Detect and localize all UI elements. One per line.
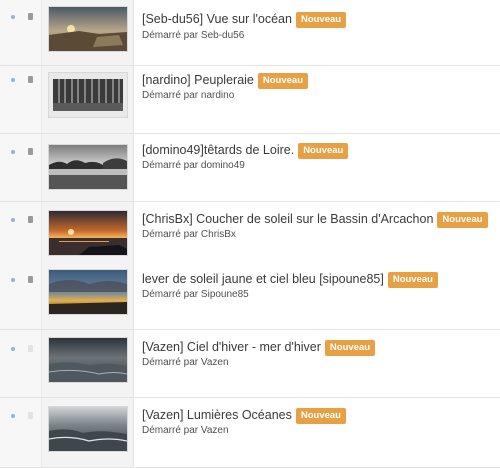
thumbnail-column (42, 330, 134, 397)
topic-row[interactable]: [ChrisBx] Coucher de soleil sur le Bassi… (0, 202, 500, 270)
topic-thumbnail[interactable] (48, 269, 128, 315)
started-by-label: Démarré par (142, 30, 199, 41)
topic-thumbnail[interactable] (48, 210, 128, 256)
topic-title-line: [Seb-du56] Vue sur l'océan Nouveau (142, 10, 347, 28)
topic-title-link[interactable]: [nardino] Peupleraie (142, 73, 254, 87)
thumbnail-column (42, 134, 134, 201)
author-link[interactable]: nardino (201, 90, 234, 101)
topic-thumbnail[interactable] (48, 144, 128, 190)
unread-dot-icon (11, 414, 15, 418)
lock-icon (28, 76, 33, 83)
topic-title-line: [Vazen] Ciel d'hiver - mer d'hiver Nouvea… (142, 338, 376, 356)
started-by-label: Démarré par (142, 357, 199, 368)
topic-title-line: [Vazen] Lumières Océanes Nouveau (142, 406, 346, 424)
author-link[interactable]: domino49 (201, 160, 245, 171)
thumbnail-column (42, 0, 134, 65)
author-link[interactable]: ChrisBx (201, 229, 236, 240)
thumbnail-column (42, 202, 134, 269)
unread-dot-icon (11, 278, 15, 282)
topic-title-link[interactable]: [Vazen] Lumières Océanes (142, 408, 292, 422)
topic-thumbnail[interactable] (48, 337, 128, 383)
unread-dot-icon (11, 347, 15, 351)
lock-icon (28, 13, 33, 20)
author-link[interactable]: Seb-du56 (201, 30, 244, 41)
started-by-label: Démarré par (142, 425, 199, 436)
new-badge: Nouveau (295, 12, 347, 28)
topic-row[interactable]: [domino49]têtards de Loire. Nouveau Démar… (0, 134, 500, 202)
topic-list: [Seb-du56] Vue sur l'océan Nouveau Démarr… (0, 0, 500, 468)
started-by-label: Démarré par (142, 90, 199, 101)
lock-icon (28, 216, 33, 223)
topic-row[interactable]: [Vazen] Ciel d'hiver - mer d'hiver Nouvea… (0, 330, 500, 398)
topic-title-line: lever de soleil jaune et ciel bleu [sipo… (142, 270, 438, 288)
new-badge: Nouveau (257, 73, 309, 89)
author-link[interactable]: Vazen (201, 357, 229, 368)
topic-title-link[interactable]: [domino49]têtards de Loire. (142, 143, 294, 157)
new-badge: Nouveau (298, 143, 349, 159)
unread-dot-icon (11, 78, 15, 82)
new-badge: Nouveau (324, 340, 376, 356)
topic-author-line: Démarré par Vazen (142, 425, 229, 437)
lock-icon (28, 148, 33, 155)
topic-author-line: Démarré par Seb-du56 (142, 30, 244, 42)
topic-title-line: [domino49]têtards de Loire. Nouveau (142, 141, 349, 159)
author-link[interactable]: Sipoune85 (201, 289, 249, 300)
topic-author-line: Démarré par ChrisBx (142, 229, 236, 241)
lock-icon (28, 276, 33, 283)
thumbnail-column (42, 262, 134, 329)
topic-title-line: [ChrisBx] Coucher de soleil sur le Bassi… (142, 210, 488, 228)
topic-author-line: Démarré par Vazen (142, 357, 229, 369)
started-by-label: Démarré par (142, 160, 199, 171)
topic-title-link[interactable]: lever de soleil jaune et ciel bleu [sipo… (142, 272, 384, 286)
started-by-label: Démarré par (142, 229, 199, 240)
topic-thumbnail[interactable] (48, 6, 128, 52)
status-column (0, 134, 42, 201)
topic-thumbnail[interactable] (48, 72, 128, 118)
status-column (0, 202, 42, 269)
unread-dot-icon (11, 218, 15, 222)
topic-thumbnail[interactable] (48, 406, 128, 452)
topic-author-line: Démarré par Sipoune85 (142, 289, 249, 301)
topic-author-line: Démarré par domino49 (142, 160, 245, 172)
topic-row[interactable]: [Vazen] Lumières Océanes Nouveau Démarré … (0, 398, 500, 468)
new-badge: Nouveau (295, 408, 346, 424)
status-column (0, 0, 42, 65)
thumbnail-column (42, 398, 134, 467)
lock-icon (28, 412, 33, 419)
topic-title-line: [nardino] Peupleraie Nouveau (142, 71, 309, 89)
topic-row[interactable]: lever de soleil jaune et ciel bleu [sipo… (0, 262, 500, 330)
new-badge: Nouveau (437, 212, 488, 228)
topic-title-link[interactable]: [ChrisBx] Coucher de soleil sur le Bassi… (142, 212, 433, 226)
status-column (0, 330, 42, 397)
status-column (0, 66, 42, 133)
topic-title-link[interactable]: [Vazen] Ciel d'hiver - mer d'hiver (142, 340, 321, 354)
author-link[interactable]: Vazen (201, 425, 229, 436)
thumbnail-column (42, 66, 134, 133)
topic-title-link[interactable]: [Seb-du56] Vue sur l'océan (142, 12, 292, 26)
lock-icon (28, 345, 33, 352)
unread-dot-icon (11, 150, 15, 154)
status-column (0, 262, 42, 329)
unread-dot-icon (11, 15, 15, 19)
started-by-label: Démarré par (142, 289, 199, 300)
topic-author-line: Démarré par nardino (142, 90, 234, 102)
topic-row[interactable]: [nardino] Peupleraie Nouveau Démarré par … (0, 66, 500, 134)
status-column (0, 398, 42, 467)
topic-row[interactable]: [Seb-du56] Vue sur l'océan Nouveau Démarr… (0, 0, 500, 66)
new-badge: Nouveau (387, 272, 438, 288)
